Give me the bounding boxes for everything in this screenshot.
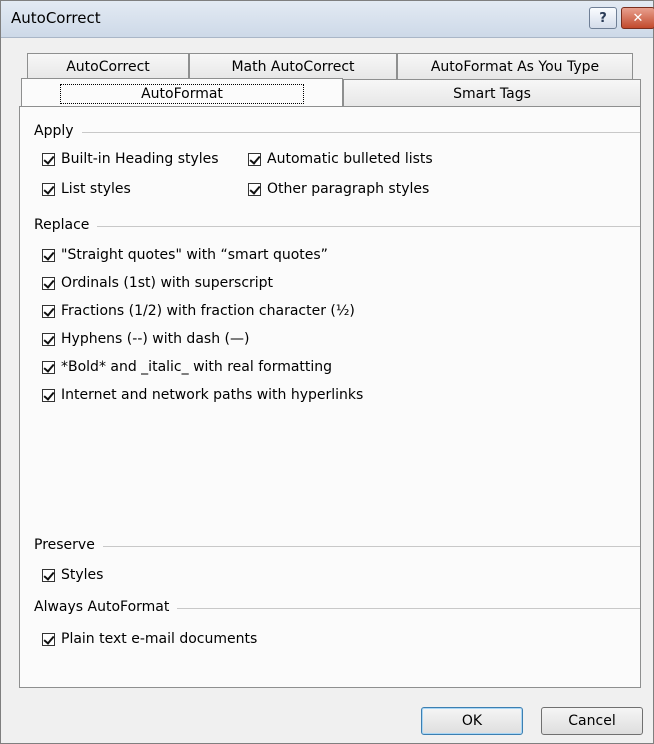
tab-autoformat[interactable]: AutoFormat <box>21 78 343 108</box>
checkbox-checked-icon <box>42 332 55 346</box>
checkbox-label: "Straight quotes" with “smart quotes” <box>61 247 328 263</box>
checkbox-checked-icon <box>42 276 55 290</box>
divider <box>177 607 640 609</box>
checkbox-label: Internet and network paths with hyperlin… <box>61 387 364 403</box>
replace-group-header: Replace <box>34 217 640 233</box>
window-title: AutoCorrect <box>11 9 101 27</box>
divider <box>102 545 640 547</box>
checkbox-label: List styles <box>61 181 131 197</box>
checkbox-checked-icon <box>42 388 55 402</box>
cancel-button[interactable]: Cancel <box>541 707 643 735</box>
plain-text-email-checkbox[interactable]: Plain text e-mail documents <box>42 631 257 647</box>
tab-autocorrect[interactable]: AutoCorrect <box>27 53 189 79</box>
checkbox-label: *Bold* and _italic_ with real formatting <box>61 359 333 375</box>
checkbox-checked-icon <box>42 568 55 582</box>
checkbox-label: Plain text e-mail documents <box>61 631 258 647</box>
preserve-group-header: Preserve <box>34 537 640 553</box>
checkbox-checked-icon <box>42 360 55 374</box>
apply-label: Apply <box>34 123 74 139</box>
checkbox-checked-icon <box>42 304 55 318</box>
checkbox-checked-icon <box>42 248 55 262</box>
preserve-label: Preserve <box>34 537 95 553</box>
always-autoformat-label: Always AutoFormat <box>34 599 170 615</box>
replace-label: Replace <box>34 217 90 233</box>
tab-label: AutoFormat As You Type <box>430 58 600 75</box>
builtin-heading-styles-checkbox[interactable]: Built-in Heading styles <box>42 151 219 167</box>
smart-quotes-checkbox[interactable]: "Straight quotes" with “smart quotes” <box>42 247 328 263</box>
bold-italic-formatting-checkbox[interactable]: *Bold* and _italic_ with real formatting <box>42 359 332 375</box>
ok-button[interactable]: OK <box>421 707 523 735</box>
checkbox-label: Automatic bulleted lists <box>267 151 433 167</box>
help-button[interactable]: ? <box>589 7 617 29</box>
preserve-styles-checkbox[interactable]: Styles <box>42 567 103 583</box>
cancel-label: Cancel <box>568 713 616 729</box>
hyphens-dash-checkbox[interactable]: Hyphens (--) with dash (—) <box>42 331 249 347</box>
hyperlinks-checkbox[interactable]: Internet and network paths with hyperlin… <box>42 387 363 403</box>
tab-label: AutoFormat <box>60 83 304 104</box>
close-button[interactable]: ✕ <box>621 7 654 29</box>
checkbox-label: Built-in Heading styles <box>61 151 219 167</box>
checkbox-label: Styles <box>61 567 104 583</box>
ok-label: OK <box>461 713 483 729</box>
tab-smart-tags[interactable]: Smart Tags <box>343 79 641 107</box>
autocorrect-dialog: AutoCorrect ? ✕ AutoCorrect Math AutoCor… <box>0 0 654 744</box>
divider <box>97 225 640 227</box>
autoformat-panel: Apply Built-in Heading styles Automatic … <box>19 106 641 688</box>
close-icon: ✕ <box>632 10 644 26</box>
other-paragraph-styles-checkbox[interactable]: Other paragraph styles <box>248 181 429 197</box>
checkbox-label: Hyphens (--) with dash (—) <box>61 331 250 347</box>
apply-group-header: Apply <box>34 123 640 139</box>
tab-autoformat-as-you-type[interactable]: AutoFormat As You Type <box>397 53 633 79</box>
fractions-checkbox[interactable]: Fractions (1/2) with fraction character … <box>42 303 355 319</box>
checkbox-checked-icon <box>42 632 55 646</box>
checkbox-checked-icon <box>42 182 55 196</box>
always-autoformat-group-header: Always AutoFormat <box>34 599 640 615</box>
help-icon: ? <box>599 10 607 26</box>
checkbox-label: Other paragraph styles <box>267 181 430 197</box>
tab-label: Math AutoCorrect <box>231 58 355 75</box>
tab-label: Smart Tags <box>453 85 531 102</box>
automatic-bulleted-lists-checkbox[interactable]: Automatic bulleted lists <box>248 151 433 167</box>
tab-label: AutoCorrect <box>66 58 150 75</box>
divider <box>81 131 640 133</box>
checkbox-label: Ordinals (1st) with superscript <box>61 275 274 291</box>
checkbox-checked-icon <box>248 182 261 196</box>
list-styles-checkbox[interactable]: List styles <box>42 181 131 197</box>
checkbox-label: Fractions (1/2) with fraction character … <box>61 303 355 319</box>
checkbox-checked-icon <box>42 152 55 166</box>
ordinals-superscript-checkbox[interactable]: Ordinals (1st) with superscript <box>42 275 273 291</box>
tab-math-autocorrect[interactable]: Math AutoCorrect <box>189 53 397 79</box>
title-bar: AutoCorrect ? ✕ <box>1 1 654 38</box>
checkbox-checked-icon <box>248 152 261 166</box>
